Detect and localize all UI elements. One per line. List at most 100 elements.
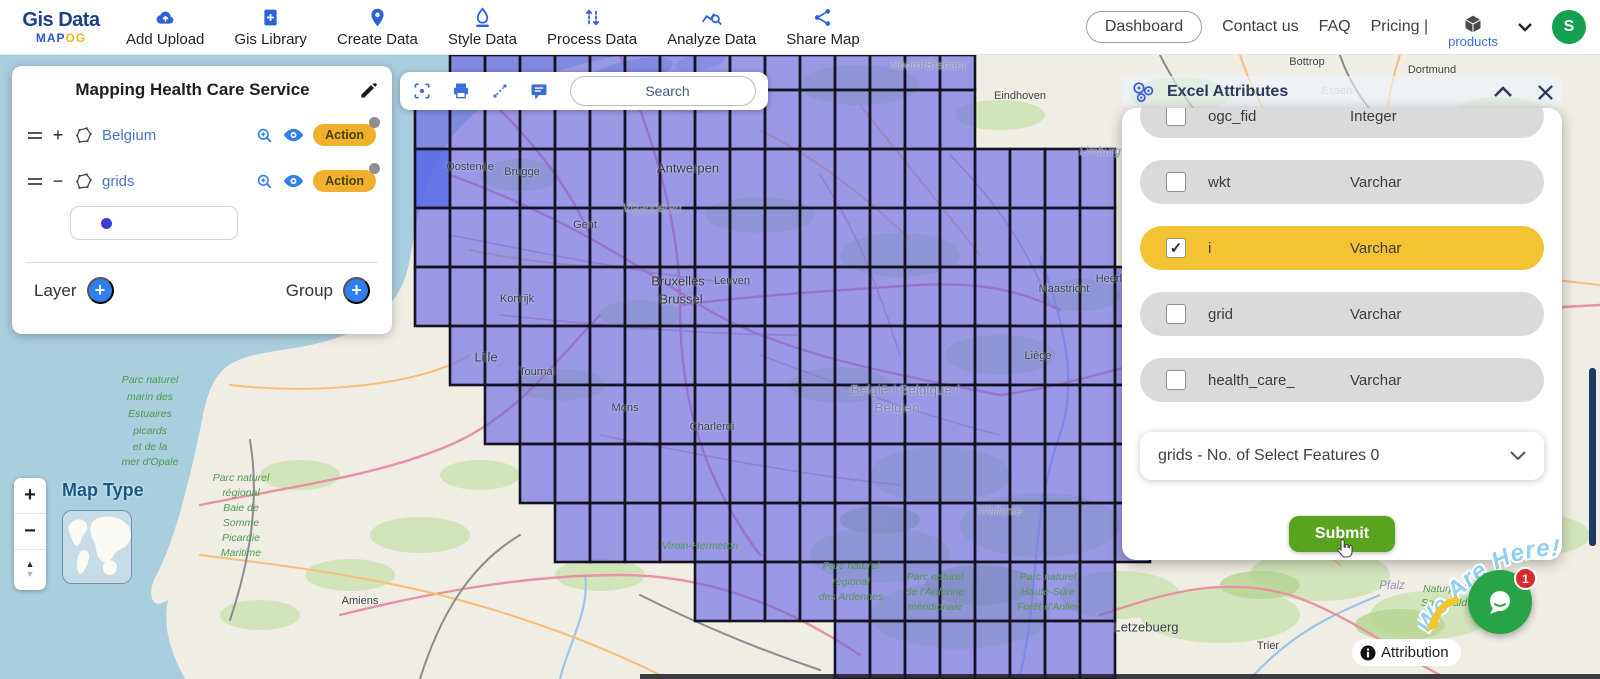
grid-cell[interactable] xyxy=(833,560,872,623)
grid-cell[interactable] xyxy=(868,442,907,505)
grid-cell[interactable] xyxy=(658,265,697,328)
grid-cell[interactable] xyxy=(763,324,802,387)
grid-cell[interactable] xyxy=(1043,265,1082,328)
grid-cell[interactable] xyxy=(693,560,732,623)
grid-cell[interactable] xyxy=(1078,383,1117,446)
grid-cell[interactable] xyxy=(833,324,872,387)
grid-cell[interactable] xyxy=(588,383,627,446)
faq-link[interactable]: FAQ xyxy=(1319,18,1351,36)
grid-cell[interactable] xyxy=(973,147,1012,210)
grid-cell[interactable] xyxy=(833,501,872,564)
grid-cell[interactable] xyxy=(553,501,592,564)
grid-cell[interactable] xyxy=(623,442,662,505)
grid-cell[interactable] xyxy=(1043,383,1082,446)
action-button[interactable]: Action xyxy=(313,124,376,146)
grid-cell[interactable] xyxy=(483,147,522,210)
submit-button[interactable]: Submit xyxy=(1288,516,1396,558)
grid-cell[interactable] xyxy=(728,324,767,387)
grid-cell[interactable] xyxy=(448,206,487,269)
nav-item-process-data[interactable]: Process Data xyxy=(547,7,637,48)
grid-cell[interactable] xyxy=(483,324,522,387)
grid-cell[interactable] xyxy=(623,206,662,269)
grid-cell[interactable] xyxy=(693,265,732,328)
grid-cell[interactable] xyxy=(728,206,767,269)
grid-cell[interactable] xyxy=(973,265,1012,328)
focus-extent-icon[interactable] xyxy=(412,81,432,101)
nav-item-share-map[interactable]: Share Map xyxy=(786,7,860,48)
attribution-control[interactable]: Attribution xyxy=(1352,639,1461,666)
add-layer-button[interactable]: + xyxy=(86,277,114,304)
grid-cell[interactable] xyxy=(658,206,697,269)
tilt-down-icon[interactable]: ▼ xyxy=(26,569,35,580)
grid-cell[interactable] xyxy=(728,147,767,210)
grid-cell[interactable] xyxy=(833,619,872,679)
grid-cell[interactable] xyxy=(1008,265,1047,328)
grid-cell[interactable] xyxy=(833,383,872,446)
grid-cell[interactable] xyxy=(518,324,557,387)
visibility-eye-icon[interactable] xyxy=(283,127,304,143)
checkbox-unchecked[interactable] xyxy=(1166,304,1186,324)
attribute-row-grid[interactable]: grid Varchar xyxy=(1140,292,1544,336)
grid-cell[interactable] xyxy=(623,324,662,387)
grid-cell[interactable] xyxy=(903,206,942,269)
grid-cell[interactable] xyxy=(553,206,592,269)
grid-cell[interactable] xyxy=(833,88,872,151)
attribute-row-wkt[interactable]: wkt Varchar xyxy=(1140,160,1544,204)
nav-item-add-upload[interactable]: Add Upload xyxy=(126,7,204,48)
checkbox-unchecked[interactable] xyxy=(1166,108,1186,126)
grid-cell[interactable] xyxy=(798,442,837,505)
edit-pencil-icon[interactable] xyxy=(359,81,378,100)
grid-cell[interactable] xyxy=(658,324,697,387)
grid-cell[interactable] xyxy=(798,265,837,328)
grid-cell[interactable] xyxy=(973,442,1012,505)
grid-cell[interactable] xyxy=(518,383,557,446)
grid-cell[interactable] xyxy=(833,442,872,505)
grid-cell[interactable] xyxy=(798,501,837,564)
grid-cell[interactable] xyxy=(868,88,907,151)
grid-cell[interactable] xyxy=(903,619,942,679)
grid-cell[interactable] xyxy=(798,560,837,623)
grid-cell[interactable] xyxy=(1008,147,1047,210)
grid-cell[interactable] xyxy=(938,324,977,387)
grid-cell[interactable] xyxy=(693,324,732,387)
grid-cell[interactable] xyxy=(1043,442,1082,505)
grid-cell[interactable] xyxy=(763,88,802,151)
grid-cell[interactable] xyxy=(938,147,977,210)
attribute-row-ogc_fid[interactable]: ogc_fid Integer xyxy=(1140,108,1544,138)
grid-cell[interactable] xyxy=(1078,619,1117,679)
grid-cell[interactable] xyxy=(1078,560,1117,623)
grid-cell[interactable] xyxy=(798,324,837,387)
grid-cell[interactable] xyxy=(868,619,907,679)
grid-cell[interactable] xyxy=(728,383,767,446)
page-scrollbar[interactable] xyxy=(1589,368,1596,546)
grid-cell[interactable] xyxy=(763,383,802,446)
grid-cell[interactable] xyxy=(903,324,942,387)
grid-cell[interactable] xyxy=(588,265,627,328)
grid-cell[interactable] xyxy=(903,501,942,564)
grid-cell[interactable] xyxy=(763,53,802,92)
grid-cell[interactable] xyxy=(728,501,767,564)
grid-cell[interactable] xyxy=(448,265,487,328)
grid-cell[interactable] xyxy=(903,265,942,328)
grid-cell[interactable] xyxy=(553,442,592,505)
grid-cell[interactable] xyxy=(588,501,627,564)
grid-cell[interactable] xyxy=(763,147,802,210)
grid-cell[interactable] xyxy=(518,206,557,269)
add-group-button[interactable]: + xyxy=(343,277,370,304)
grid-cell[interactable] xyxy=(868,501,907,564)
grid-cell[interactable] xyxy=(693,501,732,564)
grid-cell[interactable] xyxy=(938,619,977,679)
grid-cell[interactable] xyxy=(973,619,1012,679)
layer-name[interactable]: grids xyxy=(102,173,246,190)
grid-cell[interactable] xyxy=(763,560,802,623)
grid-cell[interactable] xyxy=(1043,619,1082,679)
grid-cell[interactable] xyxy=(903,88,942,151)
grid-cell[interactable] xyxy=(1008,501,1047,564)
tilt-control[interactable]: ▲ ▼ xyxy=(14,550,46,590)
grid-cell[interactable] xyxy=(938,501,977,564)
grid-cell[interactable] xyxy=(483,265,522,328)
grid-cell[interactable] xyxy=(973,383,1012,446)
pricing-link[interactable]: Pricing | xyxy=(1371,18,1429,36)
grid-cell[interactable] xyxy=(763,442,802,505)
grid-cell[interactable] xyxy=(763,206,802,269)
